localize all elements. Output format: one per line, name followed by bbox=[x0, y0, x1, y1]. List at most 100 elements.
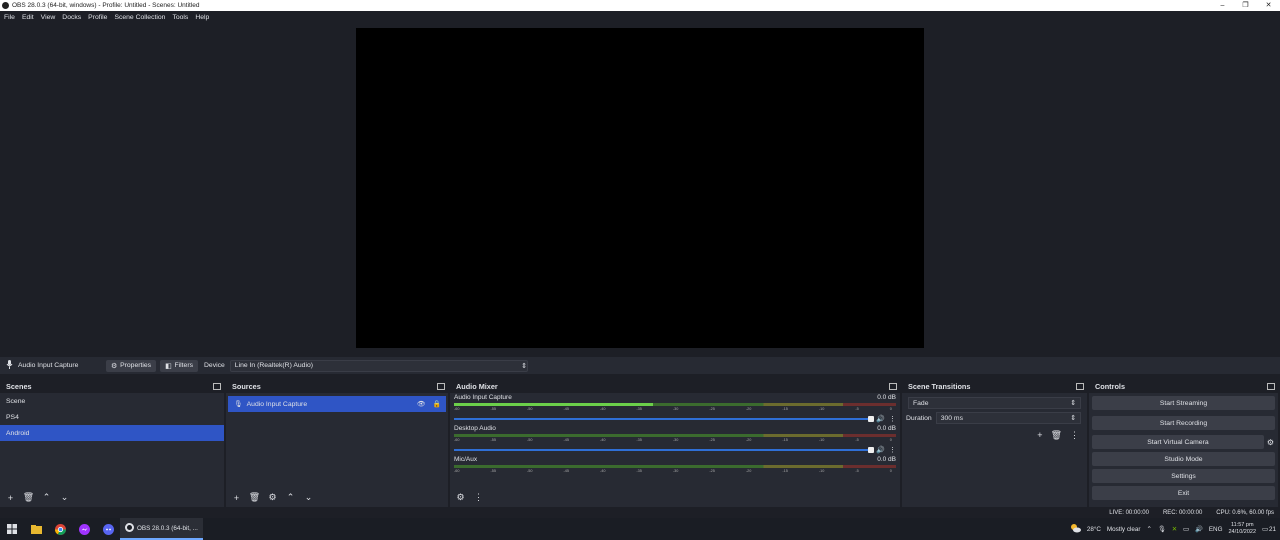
chevron-up-icon[interactable]: ⌃ bbox=[1146, 526, 1151, 533]
transitions-title: Scene Transitions bbox=[908, 381, 971, 391]
device-select[interactable]: Line In (Realtek(R) Audio) ⇕ bbox=[229, 359, 528, 372]
volume-meter bbox=[454, 465, 896, 468]
undock-icon[interactable] bbox=[1267, 382, 1275, 390]
close-button[interactable]: ✕ bbox=[1257, 0, 1280, 11]
menu-docks[interactable]: Docks bbox=[62, 14, 81, 21]
menu-edit[interactable]: Edit bbox=[22, 14, 34, 21]
source-item[interactable]: 🎙 Audio Input Capture 👁 🔒 bbox=[228, 396, 446, 412]
filters-label: Filters bbox=[174, 362, 194, 369]
trash-icon[interactable]: 🗑 bbox=[248, 491, 261, 504]
menu-view[interactable]: View bbox=[41, 14, 56, 21]
studio-mode-button[interactable]: Studio Mode bbox=[1092, 452, 1275, 466]
taskbar-obs-button[interactable]: OBS 28.0.3 (64-bit, ... bbox=[120, 518, 203, 540]
live-status: LIVE: 00:00:00 bbox=[1109, 509, 1149, 516]
filters-button[interactable]: ◧ Filters bbox=[160, 359, 199, 372]
start-virtual-camera-button[interactable]: Start Virtual Camera bbox=[1092, 435, 1264, 449]
source-context-bar: Audio Input Capture ⚙ Properties ◧ Filte… bbox=[0, 357, 1280, 374]
menu-bar: File Edit View Docks Profile Scene Colle… bbox=[0, 11, 1280, 23]
clock[interactable]: 11:57 pm 24/10/2022 bbox=[1229, 522, 1257, 536]
gear-icon[interactable]: ⚙ bbox=[266, 491, 279, 504]
chevron-up-icon[interactable]: ⌃ bbox=[40, 491, 53, 504]
volume-icon[interactable]: 🔊 bbox=[1195, 525, 1203, 533]
speaker-icon[interactable]: 🔊 bbox=[876, 415, 885, 423]
weather-icon[interactable] bbox=[1070, 523, 1081, 535]
chevron-down-icon[interactable]: ⌄ bbox=[58, 491, 71, 504]
device-value: Line In (Realtek(R) Audio) bbox=[234, 362, 313, 369]
scene-item[interactable]: PS4 bbox=[0, 409, 224, 425]
nvidia-icon[interactable]: ✕ bbox=[1172, 526, 1177, 533]
undock-icon[interactable] bbox=[213, 382, 221, 390]
advanced-audio-icon[interactable]: ⚙ bbox=[454, 491, 467, 504]
network-icon[interactable]: ▭ bbox=[1183, 526, 1189, 533]
clock-time: 11:57 pm bbox=[1231, 522, 1254, 528]
add-icon[interactable]: + bbox=[230, 491, 243, 504]
microphone-tray-icon[interactable]: 🎙 bbox=[1158, 525, 1166, 533]
meter-tick-label: -5 bbox=[855, 407, 859, 411]
menu-dots-icon[interactable]: ⋮ bbox=[889, 446, 896, 454]
properties-button[interactable]: ⚙ Properties bbox=[106, 359, 157, 372]
meter-tick-label: 0 bbox=[889, 407, 892, 411]
spin-arrows-icon: ⇕ bbox=[521, 362, 527, 370]
minimize-button[interactable]: – bbox=[1211, 0, 1234, 11]
menu-profile[interactable]: Profile bbox=[88, 14, 107, 21]
start-streaming-button[interactable]: Start Streaming bbox=[1092, 396, 1275, 410]
lock-icon[interactable]: 🔒 bbox=[433, 400, 441, 408]
scenes-title: Scenes bbox=[6, 381, 32, 391]
speaker-muted-icon[interactable]: 🔊 bbox=[876, 446, 885, 454]
volume-slider[interactable] bbox=[454, 415, 875, 422]
undock-icon[interactable] bbox=[437, 382, 445, 390]
file-explorer-icon[interactable] bbox=[24, 518, 48, 540]
meter-tick-label: -55 bbox=[490, 407, 496, 411]
scene-item[interactable]: Scene bbox=[0, 393, 224, 409]
filter-icon: ◧ bbox=[165, 362, 172, 370]
controls-header: Controls bbox=[1089, 379, 1278, 393]
menu-dots-icon[interactable]: ⋮ bbox=[889, 415, 896, 423]
maximize-button[interactable]: ❐ bbox=[1234, 0, 1257, 11]
menu-scene-collection[interactable]: Scene Collection bbox=[114, 14, 165, 21]
transition-select[interactable]: Fade ⇕ bbox=[908, 397, 1081, 409]
scenes-header: Scenes bbox=[0, 379, 224, 393]
meter-tick-label: -40 bbox=[599, 407, 606, 411]
add-icon[interactable]: + bbox=[4, 491, 17, 504]
chevron-down-icon[interactable]: ⌄ bbox=[302, 491, 315, 504]
meter-tick-label: -25 bbox=[709, 438, 715, 442]
add-icon[interactable]: + bbox=[1037, 430, 1042, 441]
volume-slider[interactable] bbox=[454, 446, 875, 453]
channel-name: Desktop Audio bbox=[454, 425, 496, 432]
undock-icon[interactable] bbox=[889, 382, 897, 390]
windows-start-icon[interactable] bbox=[0, 518, 24, 540]
notifications-icon[interactable]: ▭ 21 bbox=[1262, 526, 1276, 533]
messenger-icon[interactable] bbox=[72, 518, 96, 540]
undock-icon[interactable] bbox=[1076, 382, 1084, 390]
eye-icon[interactable]: 👁 bbox=[417, 400, 426, 408]
duration-value: 300 ms bbox=[940, 414, 963, 422]
settings-button[interactable]: Settings bbox=[1092, 469, 1275, 483]
preview-canvas[interactable] bbox=[356, 28, 924, 348]
gear-icon[interactable]: ⚙ bbox=[1267, 438, 1274, 447]
menu-file[interactable]: File bbox=[4, 14, 15, 21]
exit-button[interactable]: Exit bbox=[1092, 486, 1275, 500]
chevron-up-icon[interactable]: ⌃ bbox=[284, 491, 297, 504]
meter-tick-label: -35 bbox=[636, 469, 642, 473]
meter-tick-label: -45 bbox=[563, 469, 569, 473]
chrome-icon[interactable] bbox=[48, 518, 72, 540]
slider-knob[interactable] bbox=[868, 415, 875, 422]
spin-arrows-icon: ⇕ bbox=[1070, 400, 1076, 407]
meter-tick-label: -5 bbox=[855, 469, 859, 473]
menu-dots-icon[interactable]: ⋮ bbox=[1070, 430, 1079, 441]
meter-tick-label: -40 bbox=[599, 438, 606, 442]
scene-item-selected[interactable]: Android bbox=[0, 425, 224, 441]
slider-knob[interactable] bbox=[868, 446, 875, 453]
menu-dots-icon[interactable]: ⋮ bbox=[472, 491, 485, 504]
menu-help[interactable]: Help bbox=[195, 14, 209, 21]
meter-ticks: -60 -55 -50 -45 -40 -35 -30 -25 -20 -15 -10 -5 0 bbox=[454, 469, 896, 475]
language-indicator[interactable]: ENG bbox=[1209, 526, 1223, 533]
discord-icon[interactable] bbox=[96, 518, 120, 540]
duration-input[interactable]: 300 ms ⇕ bbox=[935, 412, 1081, 424]
meter-tick-label: -15 bbox=[782, 438, 788, 442]
trash-icon[interactable]: 🗑 bbox=[1051, 430, 1062, 441]
menu-tools[interactable]: Tools bbox=[172, 14, 188, 21]
start-recording-button[interactable]: Start Recording bbox=[1092, 416, 1275, 430]
meter-tick-label: -10 bbox=[818, 407, 825, 411]
trash-icon[interactable]: 🗑 bbox=[22, 491, 35, 504]
